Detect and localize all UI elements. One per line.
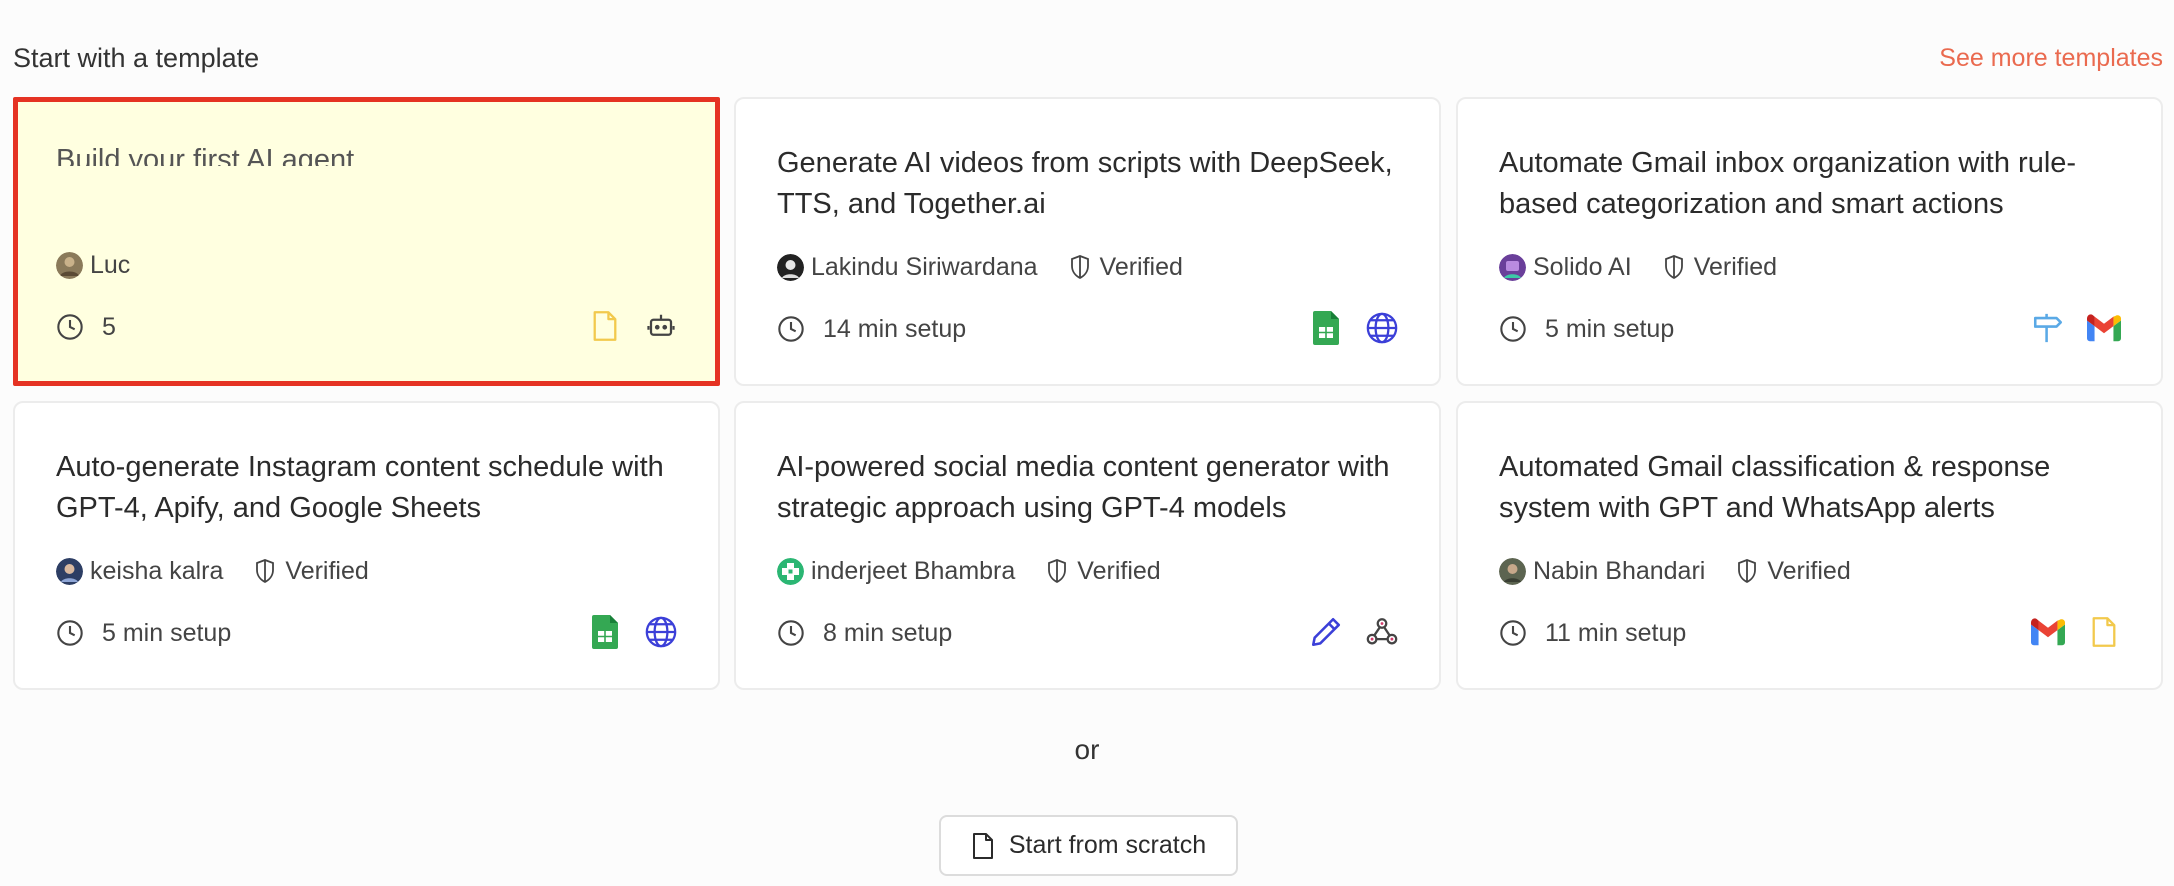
clock-icon — [57, 620, 83, 646]
divider-or: or — [1074, 734, 1100, 765]
google-sheets-icon — [1309, 311, 1343, 345]
clock-icon — [1500, 316, 1526, 342]
template-meta: inderjeet Bhambra Verified — [777, 556, 1161, 586]
avatar — [777, 557, 804, 585]
avatar — [1499, 253, 1526, 281]
setup-time: 8 min setup — [777, 617, 952, 649]
verified-label: Verified — [1077, 556, 1161, 585]
setup-time: 5 min setup — [1499, 313, 1674, 345]
file-yellow-icon — [588, 309, 622, 343]
verified-label: Verified — [1693, 252, 1778, 281]
robot-icon — [644, 309, 678, 343]
author-name: Lakindu Siriwardana — [811, 252, 1038, 281]
author-name: keisha kalra — [90, 556, 224, 585]
integration-icons — [2031, 311, 2121, 345]
author-name: Nabin Bhandari — [1533, 556, 1706, 585]
verified-badge: Verified — [1045, 556, 1161, 586]
globe-icon — [1365, 311, 1399, 345]
integration-icons — [588, 309, 678, 343]
setup-time-label: 14 min setup — [823, 314, 967, 343]
file-icon — [972, 832, 993, 859]
see-more-templates-link[interactable]: See more templates — [1939, 40, 2163, 76]
verified-badge: Verified — [253, 556, 369, 586]
setup-time: 11 min setup — [1499, 617, 1686, 649]
start-from-scratch-label: Start from scratch — [1008, 831, 1207, 859]
template-meta: Nabin Bhandari Verified — [1499, 556, 1851, 586]
template-meta: Luc — [56, 250, 132, 280]
template-title: Automate Gmail inbox organization with r… — [1499, 147, 2077, 220]
setup-time-label: 11 min setup — [1545, 618, 1687, 647]
template-title: Build your first AI agent — [56, 144, 355, 166]
template-card[interactable]: Automate Gmail inbox organization with r… — [1456, 97, 2163, 386]
verified-label: Verified — [1767, 556, 1851, 585]
pencil-icon — [1309, 615, 1343, 649]
avatar — [56, 557, 83, 585]
integration-icons — [2031, 615, 2121, 649]
template-card[interactable]: Auto-generate Instagram content schedule… — [13, 401, 720, 690]
setup-time-label: 5 min setup — [1545, 314, 1675, 343]
avatar — [777, 253, 804, 281]
avatar — [1499, 557, 1526, 585]
template-card[interactable]: AI-powered social media content generato… — [734, 401, 1441, 690]
verified-badge: Verified — [1662, 253, 1777, 282]
verified-label: Verified — [1099, 252, 1183, 281]
avatar — [56, 251, 83, 279]
gmail-icon — [2087, 311, 2121, 345]
author-name: Luc — [90, 250, 131, 279]
verified-badge: Verified — [1068, 253, 1183, 282]
setup-time: 14 min setup — [777, 313, 966, 345]
template-title: AI-powered social media content generato… — [777, 451, 1390, 524]
shield-icon — [1738, 559, 1757, 584]
template-meta: Solido AI Verified — [1499, 252, 1777, 282]
author-name: Solido AI — [1533, 252, 1632, 281]
template-meta: Lakindu Siriwardana Verified — [777, 252, 1183, 282]
gmail-icon — [2031, 615, 2065, 649]
template-card[interactable]: Build your first AI agent Luc 5 — [13, 97, 720, 386]
clock-icon — [1500, 620, 1526, 646]
template-title: Automated Gmail classification & respons… — [1499, 451, 2051, 524]
verified-label: Verified — [285, 556, 369, 585]
template-card[interactable]: Generate AI videos from scripts with Dee… — [734, 97, 1441, 386]
integration-icons — [1309, 615, 1399, 649]
file-yellow-icon — [2087, 615, 2121, 649]
webhook-icon — [1365, 615, 1399, 649]
shield-icon — [1070, 255, 1089, 280]
clock-icon — [57, 314, 83, 340]
template-title: Generate AI videos from scripts with Dee… — [777, 147, 1393, 220]
integration-icons — [588, 615, 678, 649]
google-sheets-icon — [588, 615, 622, 649]
globe-icon — [644, 615, 678, 649]
setup-time: 5 — [56, 311, 116, 343]
template-card[interactable]: Automated Gmail classification & respons… — [1456, 401, 2163, 690]
integration-icons — [1309, 311, 1399, 345]
author-name: inderjeet Bhambra — [811, 556, 1016, 585]
shield-icon — [1048, 559, 1067, 584]
section-title: Start with a template — [13, 43, 260, 73]
template-title: Auto-generate Instagram content schedule… — [56, 451, 664, 524]
start-from-scratch-button[interactable]: Start from scratch — [939, 815, 1238, 876]
setup-time-label: 5 — [102, 312, 116, 341]
clock-icon — [778, 620, 804, 646]
shield-icon — [1664, 255, 1683, 280]
setup-time-label: 5 min setup — [102, 618, 232, 647]
setup-time-label: 8 min setup — [823, 618, 953, 647]
templates-header: Start with a template See more templates — [13, 40, 2163, 76]
template-meta: keisha kalra Verified — [56, 556, 369, 586]
setup-time: 5 min setup — [56, 617, 231, 649]
signpost-icon — [2031, 311, 2065, 345]
shield-icon — [256, 559, 275, 584]
verified-badge: Verified — [1735, 556, 1851, 586]
clock-icon — [778, 316, 804, 342]
